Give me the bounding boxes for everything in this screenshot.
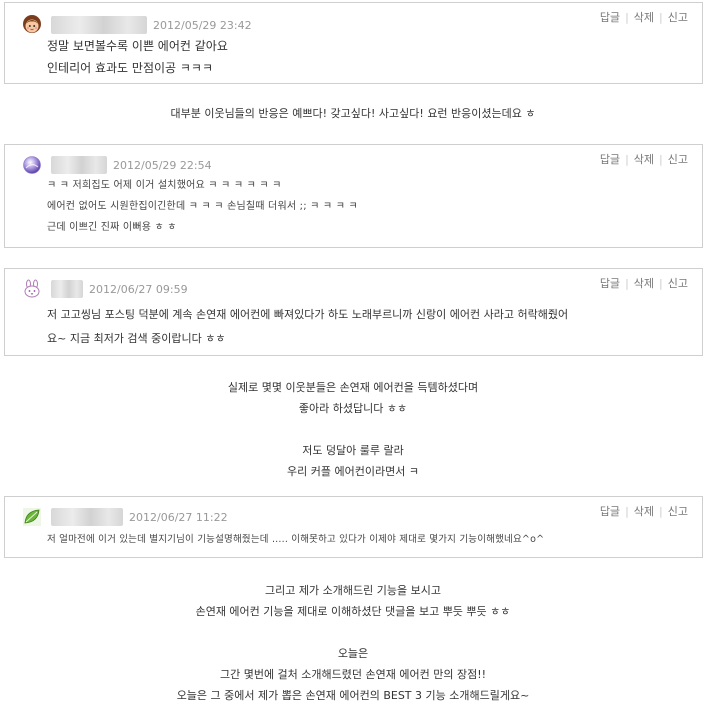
comment-text: 저 얼마전에 이거 있는데 별지기님이 기능설명해줬는데 ..... 이해못하고… (47, 531, 544, 549)
purple-orb-avatar-icon[interactable] (21, 154, 43, 176)
comment-date: 2012/05/29 22:54 (113, 158, 212, 172)
delete-button[interactable]: 삭제 (634, 9, 654, 25)
comment-box: 2012/05/29 22:54 답글 | 삭제 | 신고 ㅋ ㅋ 저희집도 어… (4, 144, 703, 248)
comment-meta: 2012/05/29 22:54 (21, 153, 212, 177)
report-button[interactable]: 신고 (668, 151, 688, 167)
author-name-blurred[interactable] (51, 280, 83, 298)
comment-text: 정말 보면볼수록 이쁜 에어컨 같아요 인테리어 효과도 만점이공 ㅋㅋㅋ (47, 35, 228, 79)
reply-button[interactable]: 답글 (600, 275, 620, 291)
green-leaf-avatar-icon[interactable] (21, 506, 43, 528)
divider: | (625, 10, 629, 24)
body-paragraph: 대부분 이웃님들의 반응은 예쁘다! 갖고싶다! 사고싶다! 요런 반응이셨는데… (0, 103, 706, 124)
body-paragraph: 그리고 제가 소개해드린 기능을 보시고 손연재 에어컨 기능을 제대로 이해하… (0, 580, 706, 706)
divider: | (659, 152, 663, 166)
report-button[interactable]: 신고 (668, 9, 688, 25)
comment-line: 저 얼마전에 이거 있는데 별지기님이 기능설명해줬는데 ..... 이해못하고… (47, 534, 545, 545)
paragraph-line: 그리고 제가 소개해드린 기능을 보시고 (265, 584, 441, 597)
paragraph-line (0, 419, 706, 440)
delete-button[interactable]: 삭제 (634, 151, 654, 167)
author-name-blurred[interactable] (51, 16, 147, 34)
divider: | (659, 276, 663, 290)
author-name-blurred[interactable] (51, 508, 123, 526)
reply-button[interactable]: 답글 (600, 151, 620, 167)
author-name-blurred[interactable] (51, 156, 107, 174)
divider: | (659, 504, 663, 518)
paragraph-line: 저도 덩달아 룰루 랄라 (302, 444, 404, 457)
report-button[interactable]: 신고 (668, 275, 688, 291)
paragraph-line: 오늘은 (337, 647, 369, 660)
reply-button[interactable]: 답글 (600, 9, 620, 25)
comment-actions: 답글 | 삭제 | 신고 (600, 503, 688, 519)
comment-line: 요~ 지금 최저가 검색 중이랍니다 ㅎㅎ (47, 332, 226, 345)
comment-box: 2012/06/27 09:59 답글 | 삭제 | 신고 저 고고씽님 포스팅… (4, 268, 703, 356)
comment-actions: 답글 | 삭제 | 신고 (600, 9, 688, 25)
comment-line: ㅋ ㅋ 저희집도 어제 이거 설치했어요 ㅋ ㅋ ㅋ ㅋ ㅋ ㅋ (47, 180, 282, 191)
bunny-face-avatar-icon[interactable] (21, 278, 43, 300)
comment-actions: 답글 | 삭제 | 신고 (600, 275, 688, 291)
comment-meta: 2012/05/29 23:42 (21, 13, 252, 37)
girl-face-avatar-icon[interactable] (21, 14, 43, 36)
comment-line: 근데 이쁘긴 진짜 이뻐용 ㅎ ㅎ (47, 222, 177, 233)
comment-line: 정말 보면볼수록 이쁜 에어컨 같아요 (47, 39, 228, 53)
paragraph-line: 대부분 이웃님들의 반응은 예쁘다! 갖고싶다! 사고싶다! 요런 반응이셨는데… (170, 107, 536, 120)
comment-box: 2012/06/27 11:22 답글 | 삭제 | 신고 저 얼마전에 이거 … (4, 496, 703, 558)
paragraph-line: 손연재 에어컨 기능을 제대로 이해하셨단 댓글을 보고 뿌듯 뿌듯 ㅎㅎ (195, 605, 511, 618)
comment-box: 2012/05/29 23:42 답글 | 삭제 | 신고 정말 보면볼수록 이… (4, 2, 703, 84)
delete-button[interactable]: 삭제 (634, 275, 654, 291)
divider: | (625, 276, 629, 290)
comment-date: 2012/06/27 11:22 (129, 510, 228, 524)
comment-line: 저 고고씽님 포스팅 덕분에 계속 손연재 에어컨에 빠져있다가 하도 노래부르… (47, 308, 569, 321)
paragraph-line: 실제로 몇몇 이웃분들은 손연재 에어컨을 득템하셨다며 (227, 381, 479, 394)
paragraph-line: 그간 몇번에 걸처 소개해드렸던 손연재 에어컨 만의 장점!! (219, 668, 487, 681)
paragraph-line: 우리 커플 에어컨이라면서 ㅋ (287, 465, 419, 478)
comment-text: 저 고고씽님 포스팅 덕분에 계속 손연재 에어컨에 빠져있다가 하도 노래부르… (47, 303, 568, 351)
comment-meta: 2012/06/27 11:22 (21, 505, 228, 529)
comment-actions: 답글 | 삭제 | 신고 (600, 151, 688, 167)
report-button[interactable]: 신고 (668, 503, 688, 519)
comment-text: ㅋ ㅋ 저희집도 어제 이거 설치했어요 ㅋ ㅋ ㅋ ㅋ ㅋ ㅋ 에어컨 없어도… (47, 175, 358, 238)
divider: | (659, 10, 663, 24)
body-paragraph: 실제로 몇몇 이웃분들은 손연재 에어컨을 득템하셨다며 좋아라 하셨답니다 ㅎ… (0, 377, 706, 482)
paragraph-line: 오늘은 그 중에서 제가 뽑은 손연재 에어컨의 BEST 3 기능 소개해드릴… (176, 689, 530, 702)
divider: | (625, 504, 629, 518)
comment-date: 2012/06/27 09:59 (89, 282, 188, 296)
comment-date: 2012/05/29 23:42 (153, 18, 252, 32)
delete-button[interactable]: 삭제 (634, 503, 654, 519)
comment-line: 에어컨 없어도 시원한집이긴한데 ㅋ ㅋ ㅋ 손님칠때 더워서 ;; ㅋ ㅋ ㅋ… (47, 201, 358, 212)
comment-line: 인테리어 효과도 만점이공 ㅋㅋㅋ (47, 61, 214, 75)
divider: | (625, 152, 629, 166)
reply-button[interactable]: 답글 (600, 503, 620, 519)
comment-meta: 2012/06/27 09:59 (21, 277, 188, 301)
paragraph-line: 좋아라 하셨답니다 ㅎㅎ (298, 402, 408, 415)
paragraph-line (0, 622, 706, 643)
